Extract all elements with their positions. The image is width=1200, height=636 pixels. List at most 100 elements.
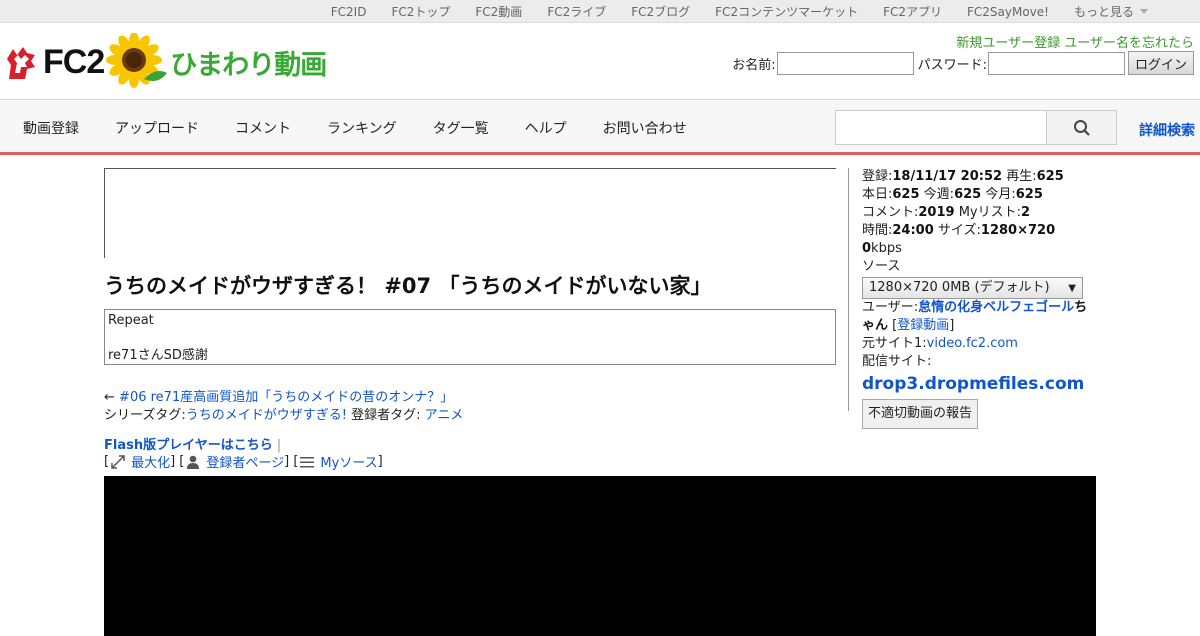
flash-player-line: Flash版プレイヤーはこちら | [104, 434, 281, 453]
topbar-link-apps[interactable]: FC2アプリ [883, 3, 942, 20]
separator: | [276, 438, 282, 453]
dropdown-arrow-icon: ▼ [1068, 283, 1076, 294]
nav-item-ranking[interactable]: ランキング [327, 118, 397, 138]
search-box [835, 110, 1117, 145]
maximize-icon [111, 454, 125, 469]
user-row: ユーザー:怠惰の化身ベルフェゴールちゃん [登録動画] [862, 300, 1088, 333]
sunflower-icon [106, 33, 168, 88]
registered-value: 18/11/17 20:52 [892, 169, 1003, 184]
bracket: ] [377, 454, 383, 469]
mylist-value: 2 [1021, 205, 1031, 220]
uploader-page-link[interactable]: 登録者ページ [206, 452, 284, 471]
nav-item-contact[interactable]: お問い合わせ [603, 118, 687, 138]
series-tag-link[interactable]: うちのメイドがウザすぎる! [186, 408, 347, 423]
more-label: もっと見る [1073, 5, 1134, 19]
topbar-link-blog[interactable]: FC2ブログ [631, 3, 690, 20]
bracket: ] [ [284, 454, 299, 469]
origin-row: 元サイト1:video.fc2.com [862, 335, 1088, 353]
topbar-link-live[interactable]: FC2ライブ [547, 3, 606, 20]
source-selected-option: 1280×720 0MB (デフォルト) [869, 280, 1050, 295]
forgot-username-link[interactable]: ユーザー名を忘れたら [1064, 36, 1194, 51]
username-input[interactable] [776, 51, 914, 75]
size-label: サイズ: [937, 223, 981, 238]
flash-player-link[interactable]: Flash版プレイヤーはこちら [104, 438, 273, 453]
topbar-more-menu[interactable]: もっと見る [1074, 3, 1148, 20]
video-description: Repeat re71さんSD感謝 [104, 309, 836, 365]
logo-himawari-text: ひまわり動画 [170, 49, 327, 81]
logo-fc2-text: FC2 [43, 42, 105, 81]
plays-value: 625 [1036, 169, 1064, 184]
player-tools: [ 最大化 ] [ 登録者ページ ] [ Myソース ] [104, 452, 383, 471]
account-links: 新規ユーザー登録 ユーザー名を忘れたら [956, 32, 1194, 51]
bitrate-value: 0 [862, 241, 872, 256]
registered-row: 登録:18/11/17 20:52 再生:625 [862, 168, 1088, 186]
user-icon [187, 455, 200, 469]
nav-item-tags[interactable]: タグ一覧 [433, 118, 489, 138]
tag-line: シリーズタグ:うちのメイドがウザすぎる! 登録者タグ: アニメ [104, 404, 463, 423]
description-line: Repeat [108, 313, 154, 328]
login-button[interactable]: ログイン [1127, 51, 1194, 75]
registered-label: 登録: [862, 169, 893, 184]
uploader-tag-link[interactable]: アニメ [425, 408, 464, 423]
distribution-site-link[interactable]: drop3.dropmefiles.com [862, 372, 1088, 396]
maximize-link[interactable]: 最大化 [131, 452, 170, 471]
site-logo[interactable]: FC2 ひまわり動画 [5, 33, 327, 91]
series-tag-label: シリーズタグ: [104, 408, 186, 423]
month-value: 625 [1015, 187, 1043, 202]
password-input[interactable] [987, 51, 1125, 75]
user-videos-link[interactable]: 登録動画 [897, 318, 949, 333]
caret-down-icon [1140, 9, 1148, 14]
source-label: ソース [862, 259, 901, 274]
today-value: 625 [892, 187, 920, 202]
global-links: FC2ID FC2トップ FC2動画 FC2ライブ FC2ブログ FC2コンテン… [306, 0, 1148, 23]
previous-episode-link[interactable]: #06 re71産高画質追加「うちのメイドの昔のオンナ？」 [119, 390, 453, 405]
topbar-link-top[interactable]: FC2トップ [391, 3, 450, 20]
month-label: 今月: [985, 187, 1016, 202]
main-nav: 動画登録 アップロード コメント ランキング タグ一覧 ヘルプ お問い合わせ 詳… [0, 100, 1200, 155]
comments-row: コメント:2019 Myリスト:2 [862, 204, 1088, 222]
bracket: [ [104, 454, 110, 469]
ad-area [104, 168, 836, 258]
week-value: 625 [954, 187, 982, 202]
user-label: ユーザー: [862, 300, 919, 315]
nav-item-help[interactable]: ヘルプ [525, 118, 567, 138]
video-title: うちのメイドがウザすぎる！ #07 「うちのメイドがいない家」 [104, 274, 712, 298]
topbar-link-video[interactable]: FC2動画 [475, 3, 522, 20]
nav-item-register-video[interactable]: 動画登録 [23, 118, 79, 138]
uploader-tag-label: 登録者タグ: [351, 408, 421, 423]
register-link[interactable]: 新規ユーザー登録 [956, 36, 1060, 51]
source-select[interactable]: 1280×720 0MB (デフォルト) ▼ [862, 277, 1083, 299]
time-label: 時間: [862, 223, 893, 238]
topbar-link-fc2id[interactable]: FC2ID [331, 5, 367, 19]
advanced-search-link[interactable]: 詳細検索 [1139, 120, 1195, 140]
bitrate-unit: kbps [871, 241, 902, 256]
global-topbar: FC2ID FC2トップ FC2動画 FC2ライブ FC2ブログ FC2コンテン… [0, 0, 1200, 23]
topbar-link-market[interactable]: FC2コンテンツマーケット [715, 3, 858, 20]
comments-label: コメント: [862, 205, 919, 220]
video-player[interactable] [104, 476, 1096, 636]
today-label: 本日: [862, 187, 893, 202]
my-source-link[interactable]: Myソース [320, 452, 377, 471]
nav-item-upload[interactable]: アップロード [115, 118, 199, 138]
description-line: re71さんSD感謝 [108, 348, 208, 363]
search-button[interactable] [1046, 111, 1116, 144]
mylist-label: Myリスト: [958, 205, 1022, 220]
week-label: 今週: [923, 187, 955, 202]
origin-site-link[interactable]: video.fc2.com [927, 336, 1018, 351]
distribution-label: 配信サイト: [862, 354, 932, 369]
site-header: FC2 ひまわり動画 新規ユーザー登録 ユーザー名を忘れたら お名前: パスワー… [0, 23, 1200, 100]
password-label: パスワード: [917, 57, 987, 73]
fc2-horse-icon [7, 47, 35, 79]
name-label: お名前: [732, 57, 776, 73]
report-video-button[interactable]: 不適切動画の報告 [862, 399, 979, 429]
list-icon [300, 456, 315, 467]
origin-label: 元サイト1: [862, 336, 927, 351]
search-icon [1073, 119, 1090, 136]
previous-episode: ← #06 re71産高画質追加「うちのメイドの昔のオンナ？」 [104, 386, 453, 405]
topbar-link-saymove[interactable]: FC2SayMove! [967, 5, 1049, 19]
user-name-link[interactable]: 怠惰の化身ベルフェゴール [918, 300, 1074, 315]
nav-items: 動画登録 アップロード コメント ランキング タグ一覧 ヘルプ お問い合わせ [23, 100, 723, 155]
search-input[interactable] [836, 111, 1046, 144]
nav-item-comments[interactable]: コメント [235, 118, 291, 138]
comments-value: 2019 [918, 205, 955, 220]
